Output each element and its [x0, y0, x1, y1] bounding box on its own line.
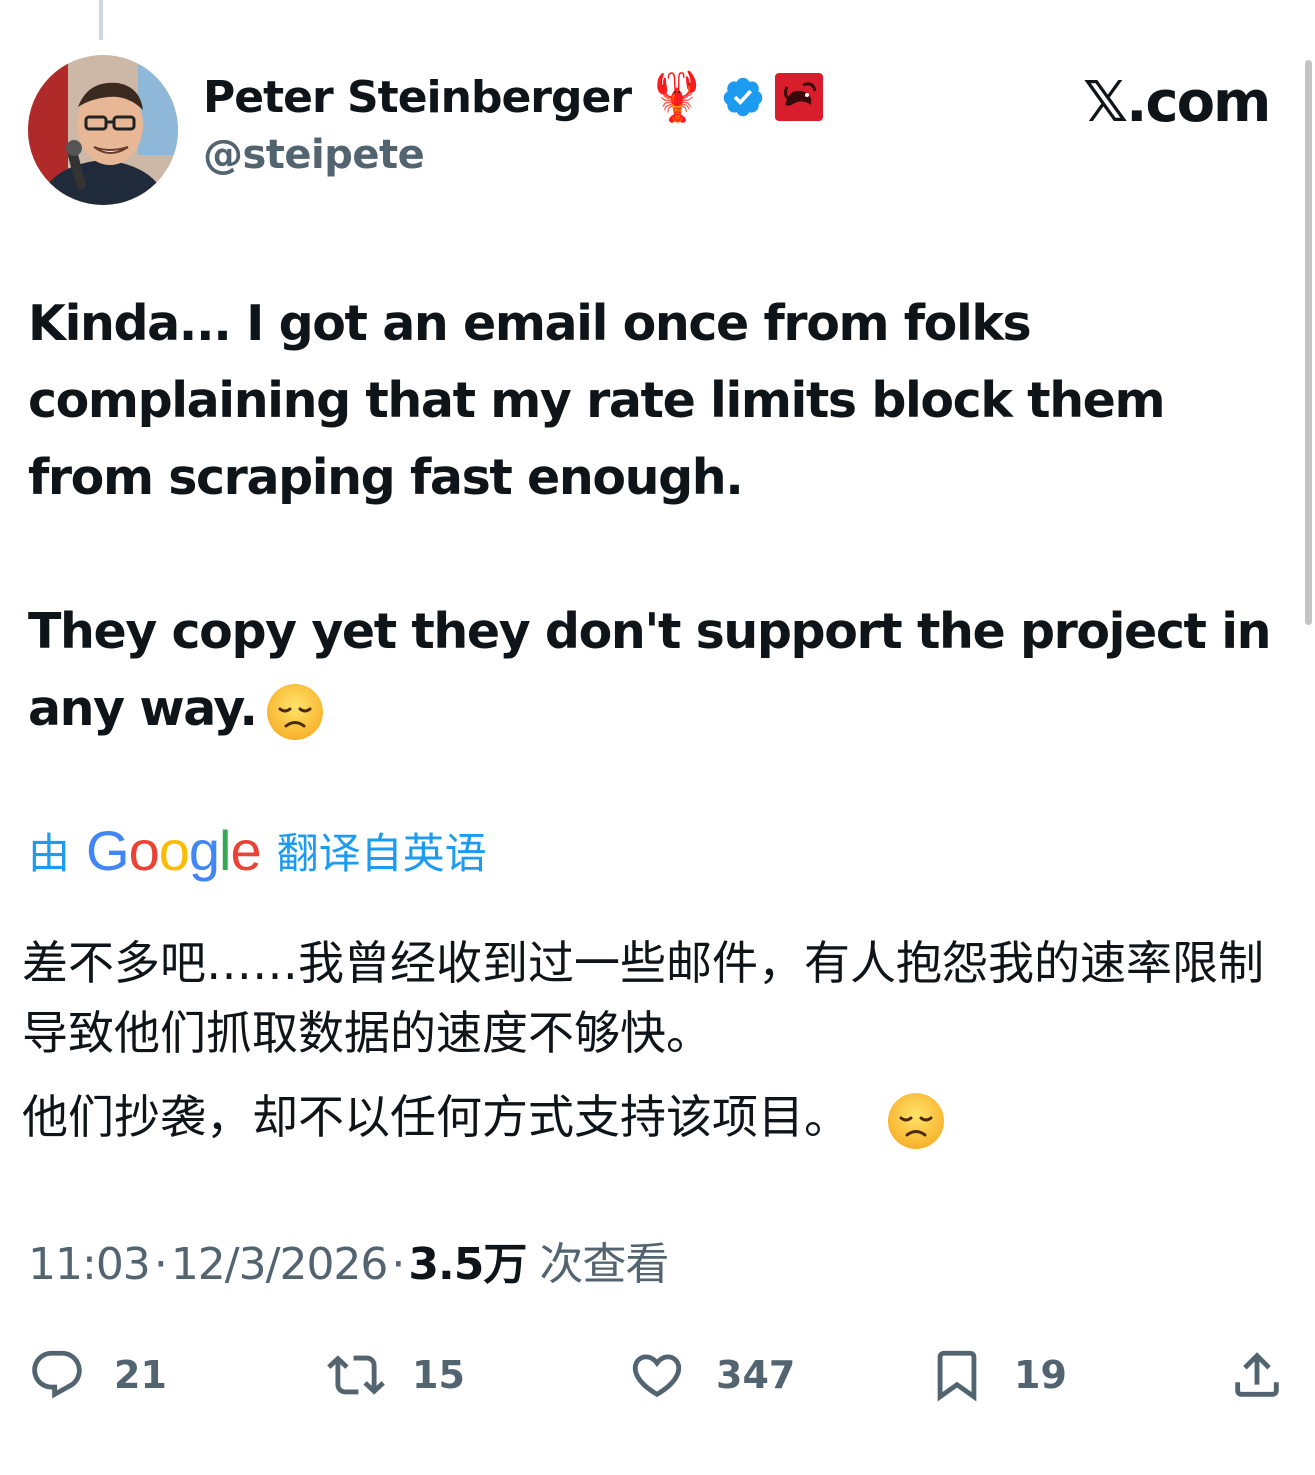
translation-attribution[interactable]: 由 Google 翻译自英语: [28, 820, 487, 881]
meta-separator: ·: [153, 1239, 168, 1290]
author-name[interactable]: Peter Steinberger: [203, 72, 632, 123]
meta-separator: ·: [391, 1239, 405, 1290]
bookmark-button[interactable]: 19: [928, 1340, 1067, 1410]
reply-icon: [32, 1350, 82, 1399]
translated-paragraph-text: 他们抄袭，却不以任何方式支持该项目。: [22, 1090, 850, 1144]
avatar-photo: [28, 55, 178, 205]
tweet-time[interactable]: 11:03: [28, 1239, 151, 1290]
bookmark-count: 19: [1014, 1353, 1067, 1397]
brand-logo: 𝕏.com: [1083, 70, 1271, 135]
share-button[interactable]: [1228, 1340, 1286, 1410]
share-icon: [1235, 1352, 1279, 1397]
repost-count: 15: [412, 1353, 465, 1397]
disappointed-face-icon: [266, 683, 323, 740]
author-row: Peter Steinberger 🦞: [203, 62, 825, 132]
translation-suffix: 翻译自英语: [276, 829, 487, 878]
scrollbar[interactable]: [1305, 60, 1312, 625]
views-count: 3.5万: [408, 1239, 527, 1290]
action-bar: 21 15 347 19: [0, 1340, 1315, 1410]
tweet-date[interactable]: 12/3/2026: [171, 1239, 389, 1290]
translated-paragraph: 差不多吧……我曾经收到过一些邮件，有人抱怨我的速率限制导致他们抓取数据的速度不够…: [22, 936, 1264, 1060]
author-name-emoji: 🦞: [647, 69, 707, 125]
translated-text: 差不多吧……我曾经收到过一些邮件，有人抱怨我的速率限制导致他们抓取数据的速度不够…: [22, 928, 1292, 1152]
like-button[interactable]: 347: [626, 1340, 795, 1410]
disappointed-face-icon: [888, 1092, 944, 1149]
tweet-paragraph: Kinda... I got an email once from folks …: [28, 295, 1166, 506]
tweet-meta: 11:03·12/3/2026·3.5万 次查看: [28, 1228, 669, 1292]
tweet-text: Kinda... I got an email once from folks …: [28, 285, 1278, 747]
author-handle[interactable]: @steipete: [203, 132, 425, 178]
thread-connector-line: [99, 0, 103, 40]
verified-badge-icon[interactable]: [721, 75, 765, 119]
like-count: 347: [716, 1353, 796, 1397]
views-label: 次查看: [539, 1239, 669, 1290]
tweet-paragraph-text: They copy yet they don't support the pro…: [28, 603, 1271, 737]
reply-count: 21: [114, 1353, 167, 1397]
translated-paragraph: 他们抄袭，却不以任何方式支持该项目。: [22, 1082, 1292, 1152]
bookmark-icon: [937, 1350, 977, 1402]
repost-button[interactable]: 15: [324, 1340, 465, 1410]
translation-prefix: 由: [28, 829, 71, 878]
avatar[interactable]: [28, 55, 178, 205]
lobster-affiliate-badge-icon[interactable]: [773, 71, 825, 123]
tweet-paragraph: They copy yet they don't support the pro…: [28, 593, 1278, 747]
reply-button[interactable]: 21: [28, 1340, 167, 1410]
heart-icon: [632, 1354, 682, 1398]
google-logo: Google: [86, 818, 262, 882]
repost-icon: [327, 1355, 385, 1395]
